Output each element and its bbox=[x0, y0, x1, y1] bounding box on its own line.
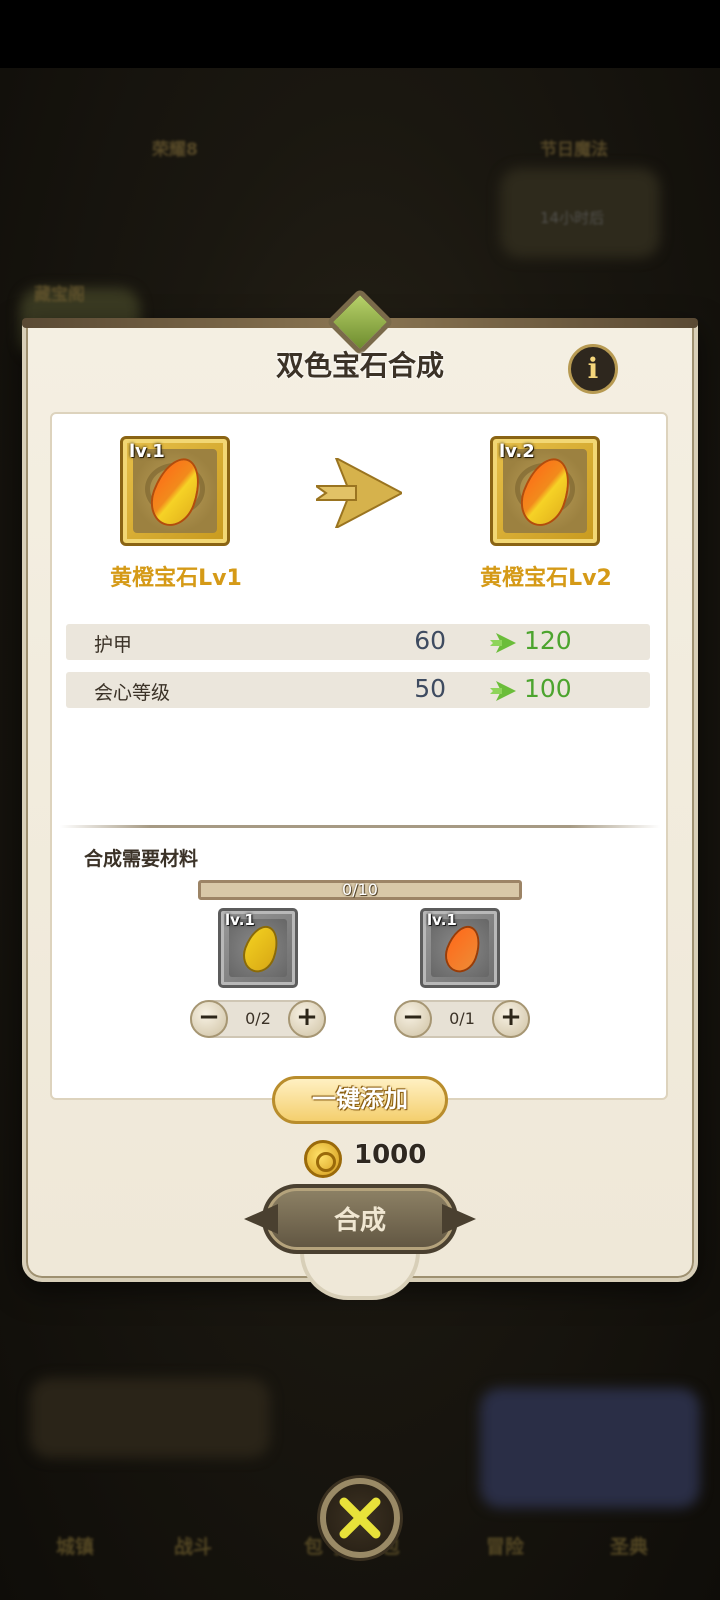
source-gem-level: lv.1 bbox=[129, 441, 165, 462]
bg-event-label: 节日魔法 bbox=[540, 140, 608, 160]
craft-button-label: 合成 bbox=[333, 1206, 386, 1236]
stat-old-value: 60 bbox=[414, 626, 446, 655]
plus-button[interactable]: + bbox=[492, 1000, 530, 1038]
stat-new-value: 100 bbox=[524, 674, 572, 703]
bg-nav-battle: 战斗 bbox=[174, 1536, 213, 1558]
one-click-add-button[interactable]: 一键添加 bbox=[272, 1076, 448, 1124]
materials-progress-bar: 0/10 bbox=[198, 880, 522, 900]
stat-row-crit: 会心等级 50 100 bbox=[66, 672, 650, 708]
result-gem-level: lv.2 bbox=[499, 441, 535, 462]
source-gem-name: 黄橙宝石Lv1 bbox=[110, 566, 242, 591]
synthesis-cost: 1000 bbox=[354, 1140, 427, 1170]
bg-decor bbox=[30, 1378, 270, 1458]
minus-button[interactable]: − bbox=[394, 1000, 432, 1038]
materials-label: 合成需要材料 bbox=[84, 848, 199, 870]
stat-name: 护甲 bbox=[94, 634, 133, 656]
stat-increase-arrow-icon bbox=[490, 681, 516, 701]
stat-row-armor: 护甲 60 120 bbox=[66, 624, 650, 660]
bg-nav-adventure: 冒险 bbox=[486, 1536, 525, 1558]
quantity-stepper-orange: − 0/1 + bbox=[394, 1000, 530, 1038]
material-count: 0/2 bbox=[245, 1009, 271, 1028]
quantity-stepper-yellow: − 0/2 + bbox=[190, 1000, 326, 1038]
material-level: lv.1 bbox=[427, 911, 457, 929]
bg-decor bbox=[480, 1388, 700, 1508]
bg-timer-label: 14小时后 bbox=[540, 209, 605, 227]
result-gem-name: 黄橙宝石Lv2 bbox=[480, 566, 612, 591]
bg-nav-town: 城镇 bbox=[56, 1536, 95, 1558]
material-slot-orange[interactable]: lv.1 bbox=[420, 908, 500, 988]
gold-coin-icon bbox=[304, 1140, 342, 1178]
progress-text: 0/10 bbox=[342, 880, 378, 899]
stat-increase-arrow-icon bbox=[490, 633, 516, 653]
material-count: 0/1 bbox=[449, 1009, 475, 1028]
status-bar-area bbox=[0, 0, 720, 68]
bg-treasure-label: 藏宝阁 bbox=[34, 285, 85, 305]
plus-button[interactable]: + bbox=[288, 1000, 326, 1038]
material-level: lv.1 bbox=[225, 911, 255, 929]
bg-honor-label: 荣耀8 bbox=[152, 140, 198, 160]
stat-new-value: 120 bbox=[524, 626, 572, 655]
close-button[interactable] bbox=[320, 1478, 400, 1558]
stat-name: 会心等级 bbox=[94, 682, 171, 704]
result-gem-slot[interactable]: lv.2 bbox=[490, 436, 600, 546]
bg-nav-codex: 圣典 bbox=[610, 1536, 649, 1558]
info-icon[interactable]: i bbox=[568, 344, 618, 394]
source-gem-slot[interactable]: lv.1 bbox=[120, 436, 230, 546]
material-slot-yellow[interactable]: lv.1 bbox=[218, 908, 298, 988]
divider bbox=[60, 825, 660, 828]
upgrade-arrow-icon bbox=[316, 458, 402, 528]
craft-button[interactable]: 合成 bbox=[244, 1184, 476, 1254]
stat-old-value: 50 bbox=[414, 674, 446, 703]
minus-button[interactable]: − bbox=[190, 1000, 228, 1038]
close-icon bbox=[339, 1497, 381, 1539]
